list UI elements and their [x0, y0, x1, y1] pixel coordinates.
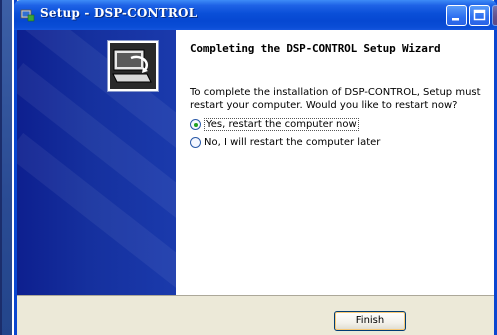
restart-later-option[interactable]: No, I will restart the computer later [190, 137, 380, 148]
restart-later-label[interactable]: No, I will restart the computer later [204, 137, 380, 148]
setup-icon [20, 7, 35, 22]
wizard-side-panel [17, 30, 176, 295]
computer-install-icon [107, 40, 159, 92]
wizard-content: Completing the DSP-CONTROL Setup Wizard … [176, 30, 494, 295]
setup-window: Setup - DSP-CONTROL Completing the DSP-C… [14, 0, 497, 335]
button-bar: Finish [17, 295, 494, 335]
radio-unselected-icon[interactable] [190, 137, 201, 148]
minimize-icon[interactable] [446, 5, 467, 26]
desktop-edge [0, 0, 12, 335]
maximize-icon[interactable] [469, 5, 490, 26]
restart-message: To complete the installation of DSP-CONT… [190, 87, 481, 111]
finish-button[interactable]: Finish [334, 311, 406, 331]
radio-selected-icon[interactable] [190, 119, 201, 130]
restart-now-option[interactable]: Yes, restart the computer now [190, 118, 359, 131]
page-title: Completing the DSP-CONTROL Setup Wizard [190, 42, 441, 55]
close-icon[interactable] [492, 5, 497, 26]
window-title: Setup - DSP-CONTROL [40, 6, 198, 20]
title-bar[interactable]: Setup - DSP-CONTROL [14, 0, 497, 30]
restart-now-label[interactable]: Yes, restart the computer now [204, 118, 359, 131]
